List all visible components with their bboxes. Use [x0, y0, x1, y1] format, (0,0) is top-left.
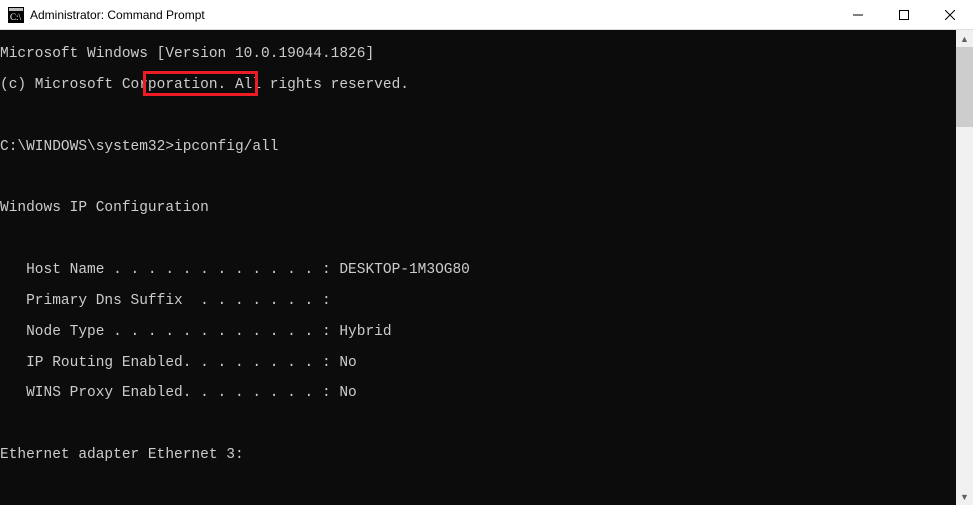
blank-line	[0, 232, 956, 247]
banner-line: Microsoft Windows [Version 10.0.19044.18…	[0, 47, 956, 62]
output-line: IP Routing Enabled. . . . . . . . : No	[0, 356, 956, 371]
minimize-button[interactable]	[835, 0, 881, 30]
output-line: Primary Dns Suffix . . . . . . . :	[0, 294, 956, 309]
svg-text:C:\: C:\	[10, 12, 22, 22]
scroll-down-arrow-icon[interactable]: ▼	[956, 488, 973, 505]
section-header: Ethernet adapter Ethernet 3:	[0, 448, 956, 463]
terminal-output[interactable]: Microsoft Windows [Version 10.0.19044.18…	[0, 30, 956, 505]
prompt-command: >ipconfig/all	[165, 140, 278, 155]
banner-line: (c) Microsoft Corporation. All rights re…	[0, 78, 956, 93]
vertical-scrollbar[interactable]: ▲ ▼	[956, 30, 973, 505]
window-controls	[835, 0, 973, 29]
section-header: Windows IP Configuration	[0, 201, 956, 216]
maximize-button[interactable]	[881, 0, 927, 30]
window-title: Administrator: Command Prompt	[30, 8, 205, 22]
blank-line	[0, 171, 956, 186]
scroll-up-arrow-icon[interactable]: ▲	[956, 30, 973, 47]
blank-line	[0, 417, 956, 432]
scroll-thumb[interactable]	[956, 47, 973, 127]
cmd-icon: C:\	[8, 7, 24, 23]
scroll-track[interactable]	[956, 47, 973, 488]
blank-line	[0, 109, 956, 124]
blank-line	[0, 479, 956, 494]
titlebar[interactable]: C:\ Administrator: Command Prompt	[0, 0, 973, 30]
output-line: Node Type . . . . . . . . . . . . : Hybr…	[0, 325, 956, 340]
prompt-line: C:\WINDOWS\system32>ipconfig/all	[0, 140, 956, 155]
output-line: Host Name . . . . . . . . . . . . : DESK…	[0, 263, 956, 278]
prompt-prefix: C:\WINDOWS\system32	[0, 140, 165, 155]
console-area: Microsoft Windows [Version 10.0.19044.18…	[0, 30, 973, 505]
output-line: WINS Proxy Enabled. . . . . . . . : No	[0, 386, 956, 401]
close-button[interactable]	[927, 0, 973, 30]
